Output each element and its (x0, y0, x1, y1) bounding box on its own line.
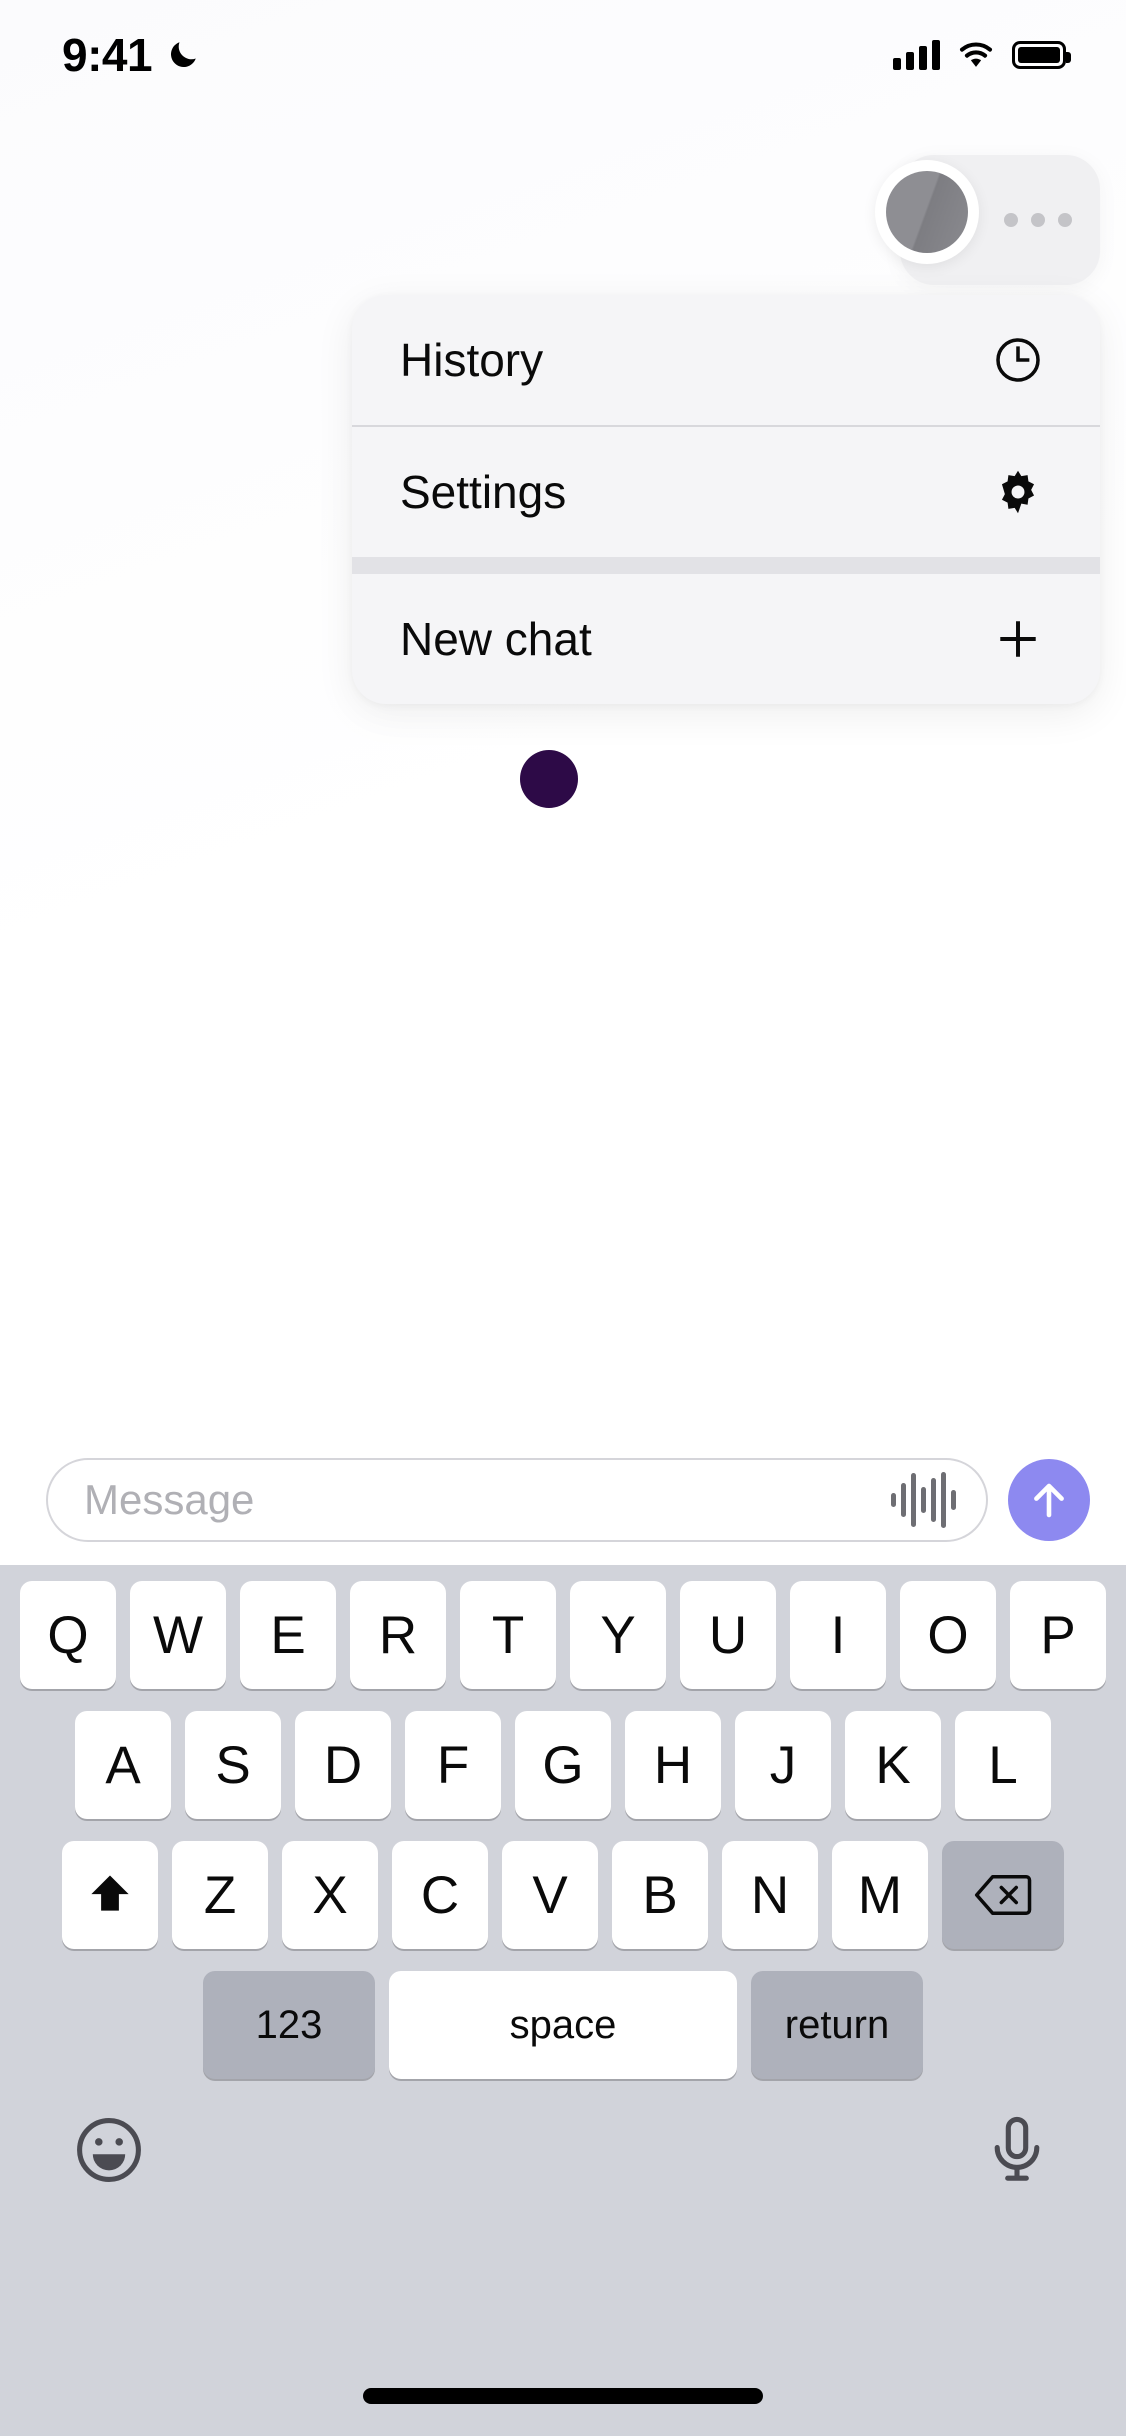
key-a[interactable]: A (75, 1711, 171, 1819)
key-r[interactable]: R (350, 1581, 446, 1689)
plus-icon (992, 613, 1044, 665)
message-input-placeholder: Message (84, 1476, 255, 1523)
menu-item-new-chat[interactable]: New chat (352, 574, 1100, 704)
keyboard-bottom-bar (0, 2101, 1126, 2187)
message-composer: Message (0, 1435, 1126, 1565)
key-y[interactable]: Y (570, 1581, 666, 1689)
key-l[interactable]: L (955, 1711, 1051, 1819)
key-u[interactable]: U (680, 1581, 776, 1689)
key-b[interactable]: B (612, 1841, 708, 1949)
key-f[interactable]: F (405, 1711, 501, 1819)
key-d[interactable]: D (295, 1711, 391, 1819)
keyboard-row-2: A S D F G H J K L (0, 1711, 1126, 1819)
key-i[interactable]: I (790, 1581, 886, 1689)
menu-item-settings[interactable]: Settings (352, 427, 1100, 557)
menu-item-label: Settings (400, 466, 567, 518)
shift-up-arrow-icon (91, 1875, 129, 1911)
key-p[interactable]: P (1010, 1581, 1106, 1689)
return-key[interactable]: return (751, 1971, 923, 2079)
more-options-dots-icon[interactable] (1004, 213, 1072, 227)
keyboard-row-4: 123 space return (0, 1971, 1126, 2079)
waveform-icon[interactable] (891, 1472, 956, 1528)
key-v[interactable]: V (502, 1841, 598, 1949)
menu-item-history[interactable]: History (352, 295, 1100, 425)
microphone-icon[interactable] (980, 2113, 1054, 2187)
gear-icon (992, 466, 1044, 518)
numbers-key[interactable]: 123 (203, 1971, 375, 2079)
key-j[interactable]: J (735, 1711, 831, 1819)
clock-icon (992, 334, 1044, 386)
keyboard-row-1: Q W E R T Y U I O P (0, 1581, 1126, 1689)
smiley-face-icon[interactable] (72, 2113, 146, 2187)
shift-key[interactable] (62, 1841, 158, 1949)
status-bar-clock: 9:41 (62, 29, 153, 81)
status-bar-right (893, 40, 1071, 70)
key-c[interactable]: C (392, 1841, 488, 1949)
user-avatar (886, 171, 968, 253)
status-bar-left: 9:41 (62, 32, 200, 78)
menu-item-label: History (400, 334, 544, 386)
key-e[interactable]: E (240, 1581, 336, 1689)
on-screen-keyboard: Q W E R T Y U I O P A S D F G H J K L Z … (0, 1565, 1126, 2436)
menu-item-label: New chat (400, 613, 592, 665)
backspace-key[interactable] (942, 1841, 1064, 1949)
home-indicator (363, 2388, 763, 2404)
backspace-delete-icon (974, 1875, 1032, 1915)
crescent-moon-icon (166, 38, 200, 72)
key-s[interactable]: S (185, 1711, 281, 1819)
status-bar: 9:41 (0, 0, 1126, 110)
key-o[interactable]: O (900, 1581, 996, 1689)
battery-full-icon (1012, 41, 1071, 69)
key-q[interactable]: Q (20, 1581, 116, 1689)
message-input[interactable]: Message (46, 1458, 988, 1542)
status-dot (520, 750, 578, 808)
key-t[interactable]: T (460, 1581, 556, 1689)
arrow-up-icon (1034, 1483, 1064, 1518)
key-x[interactable]: X (282, 1841, 378, 1949)
wifi-icon (957, 40, 995, 70)
space-key[interactable]: space (389, 1971, 737, 2079)
phone-screen: 9:41 History Settings New chat Message Q… (0, 0, 1126, 2436)
key-g[interactable]: G (515, 1711, 611, 1819)
keyboard-row-3: Z X C V B N M (0, 1841, 1126, 1949)
key-w[interactable]: W (130, 1581, 226, 1689)
key-h[interactable]: H (625, 1711, 721, 1819)
cellular-signal-icon (893, 40, 940, 70)
menu-section-divider (352, 557, 1100, 574)
send-button[interactable] (1008, 1459, 1090, 1541)
key-k[interactable]: K (845, 1711, 941, 1819)
key-z[interactable]: Z (172, 1841, 268, 1949)
key-n[interactable]: N (722, 1841, 818, 1949)
key-m[interactable]: M (832, 1841, 928, 1949)
avatar-button[interactable] (875, 160, 979, 264)
overflow-menu: History Settings New chat (352, 295, 1100, 704)
